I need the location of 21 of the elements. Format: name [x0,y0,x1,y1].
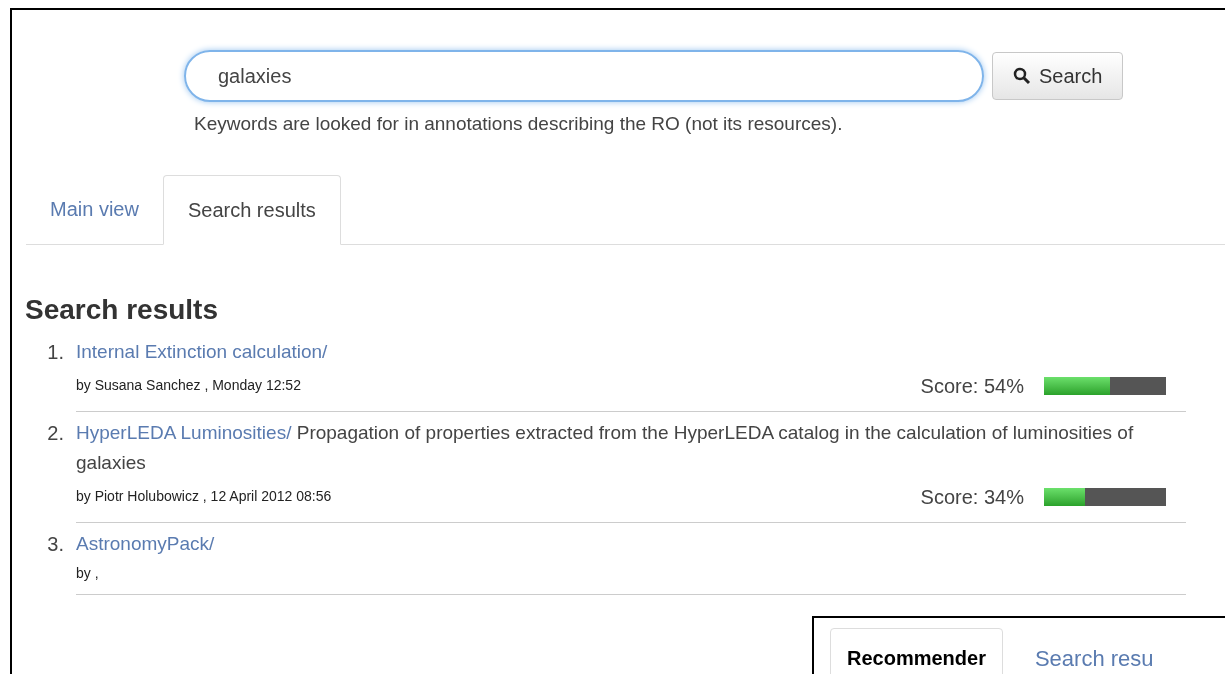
tab[interactable]: Recommender [830,628,1003,674]
tab[interactable]: Search resu [1034,628,1154,674]
result-meta: by Susana Sanchez , Monday 12:52 [76,376,301,395]
search-icon [1013,67,1031,85]
result-text: HyperLEDA Luminosities/ Propagation of properties extracted from the HyperLEDA catalog in the calculation of luminosities of galaxies [76,420,1135,475]
result-number: 2. [46,420,65,446]
result-link[interactable]: AstronomyPack/ [76,532,215,554]
tab[interactable]: Main view [26,173,163,244]
result-number: 3. [46,531,65,557]
results-heading: Search results [25,292,219,327]
tab[interactable]: Search results [162,174,341,245]
result-meta: by Piotr Holubowicz , 12 April 2012 08:56 [76,487,332,506]
search-button[interactable]: Search [992,52,1124,100]
score-label: Score: 54% [920,373,1024,399]
search-field[interactable]: galaxies [184,50,984,102]
result-meta: by , [76,563,99,583]
result-number: 1. [46,339,65,365]
result-link[interactable]: HyperLEDA Luminosities/ [76,421,292,443]
result-link[interactable]: Internal Extinction calculation/ [76,340,328,362]
search-hint: Keywords are looked for in annotations describing the RO (not its resources). [193,112,844,136]
score-label: Score: 34% [920,484,1024,510]
